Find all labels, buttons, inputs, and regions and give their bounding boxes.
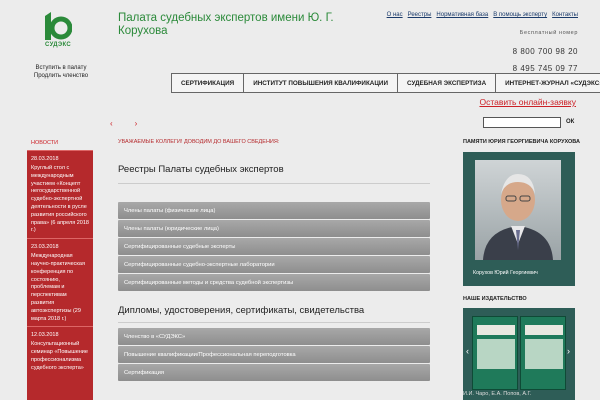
extend-membership-link[interactable]: Продлить членство: [16, 72, 106, 80]
news-date: 23.03.2018: [31, 244, 59, 251]
registry-item-certified-labs[interactable]: Сертифицированные судебно-экспертные лаб…: [118, 256, 430, 273]
publishing-carousel: ‹ ›: [463, 308, 575, 400]
news-date: 12.03.2018: [31, 332, 59, 339]
diploma-item-certification[interactable]: Сертификация: [118, 364, 430, 381]
carousel-next-icon[interactable]: ›: [567, 346, 570, 356]
news-text[interactable]: Международная научно-практическая конфер…: [31, 253, 89, 323]
memory-name: Корухов Юрий Георгиевич: [473, 270, 538, 276]
search-input[interactable]: [483, 117, 561, 128]
top-link-expert-help[interactable]: В помощь эксперту: [493, 12, 547, 18]
top-link-registries[interactable]: Реестры: [408, 12, 432, 18]
book-cover[interactable]: [472, 316, 518, 390]
registry-item-legal-entities[interactable]: Члены палаты (юридические лица): [118, 220, 430, 237]
news-date: 28.03.2018: [31, 156, 59, 162]
news-text[interactable]: Консультационный семинар «Повышение проф…: [31, 341, 89, 372]
nav-journal[interactable]: ИНТЕРНЕТ-ЖУРНАЛ «СУДЭКС»: [495, 73, 600, 93]
online-request-link[interactable]: Оставить онлайн-заявку: [479, 97, 576, 107]
top-link-contacts[interactable]: Контакты: [552, 12, 578, 18]
notice-text[interactable]: УВАЖАЕМЫЕ КОЛЛЕГИ! ДОВОДИМ ДО ВАШЕГО СВЕ…: [118, 139, 279, 145]
phone-free[interactable]: 8 800 700 98 20: [478, 47, 578, 56]
slider-prev-icon[interactable]: ‹: [110, 119, 113, 128]
nav-forensic-expertise[interactable]: СУДЕБНАЯ ЭКСПЕРТИЗА: [396, 73, 497, 93]
slider-next-icon[interactable]: ›: [135, 119, 138, 128]
registry-item-certified-experts[interactable]: Сертифицированные судебные эксперты: [118, 238, 430, 255]
news-item[interactable]: 28.03.2018 Круглый стол с международным …: [27, 150, 93, 238]
site-title[interactable]: Палата судебных экспертов имени Ю. Г. Ко…: [118, 12, 358, 38]
registry-item-individuals[interactable]: Члены палаты (физические лица): [118, 202, 430, 219]
memory-title: ПАМЯТИ ЮРИЯ ГЕОРГИЕВИЧА КОРУХОВА: [463, 139, 580, 145]
carousel-prev-icon[interactable]: ‹: [466, 346, 469, 356]
registry-item-certified-methods[interactable]: Сертифицированные методы и средства суде…: [118, 274, 430, 291]
nav-institute[interactable]: ИНСТИТУТ ПОВЫШЕНИЯ КВАЛИФИКАЦИИ: [243, 73, 398, 93]
membership-links: Вступить в палату Продлить членство: [16, 64, 106, 80]
free-number-label: Бесплатный номер: [519, 30, 578, 36]
memory-panel[interactable]: Корухов Юрий Георгиевич: [463, 152, 575, 286]
diplomas-title: Дипломы, удостоверения, сертификаты, сви…: [118, 305, 365, 316]
sudex-logo-icon[interactable]: [42, 12, 72, 46]
page: СУДЭКС Вступить в палату Продлить членст…: [0, 0, 600, 400]
publishing-title: НАШЕ ИЗДАТЕЛЬСТВО: [463, 296, 527, 302]
book-cover[interactable]: [520, 316, 566, 390]
news-item[interactable]: 23.03.2018 Международная научно-практиче…: [27, 238, 93, 326]
nav-certification[interactable]: СЕРТИФИКАЦИЯ: [171, 73, 245, 93]
divider: [118, 183, 430, 184]
top-link-normative[interactable]: Нормативная база: [436, 12, 488, 18]
portrait-image: [475, 160, 561, 260]
top-links: О нас Реестры Нормативная база В помощь …: [387, 12, 578, 18]
main-nav: СЕРТИФИКАЦИЯ ИНСТИТУТ ПОВЫШЕНИЯ КВАЛИФИК…: [171, 73, 600, 93]
news-column: НОВОСТИ 28.03.2018 Круглый стол с междун…: [27, 136, 93, 400]
phone-paid[interactable]: 8 495 745 09 77: [513, 64, 578, 73]
divider: [118, 322, 430, 323]
search-button[interactable]: ОК: [566, 119, 574, 125]
logo-text: СУДЭКС: [45, 42, 71, 48]
registries-title: Реестры Палаты судебных экспертов: [118, 164, 284, 175]
registries-list: Члены палаты (физические лица) Члены пал…: [118, 202, 430, 292]
news-text[interactable]: Круглый стол с международным участием «К…: [31, 165, 89, 235]
top-link-about[interactable]: О нас: [387, 12, 403, 18]
diploma-item-membership[interactable]: Членство в «СУДЭКС»: [118, 328, 430, 345]
person-portrait-icon: [483, 174, 553, 260]
slider-arrows: ‹ ›: [110, 119, 137, 128]
news-item[interactable]: 12.03.2018 Консультационный семинар «Пов…: [27, 326, 93, 375]
join-link[interactable]: Вступить в палату: [16, 64, 106, 72]
diplomas-list: Членство в «СУДЭКС» Повышение квалификац…: [118, 328, 430, 382]
publishing-author: И.И. Чаро, Е.А. Попов, А.Г.: [463, 391, 532, 397]
news-heading[interactable]: НОВОСТИ: [27, 136, 93, 150]
diploma-item-qualification[interactable]: Повышение квалификации/Профессиональная …: [118, 346, 430, 363]
